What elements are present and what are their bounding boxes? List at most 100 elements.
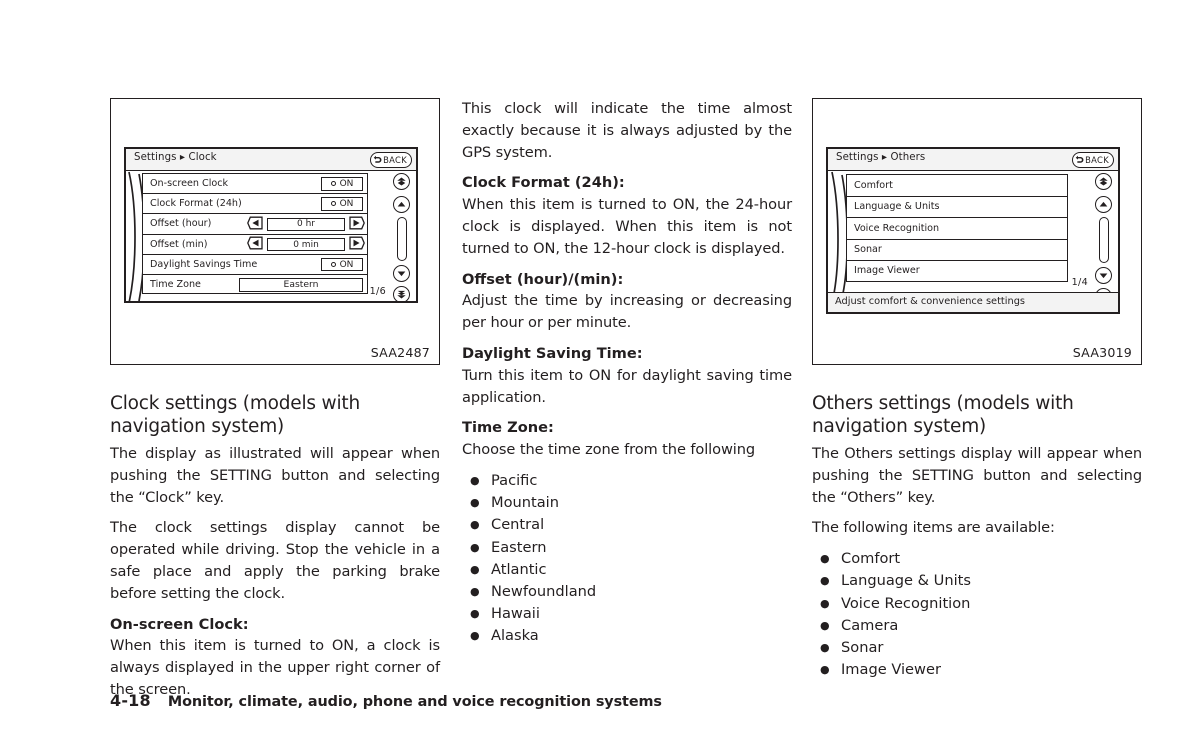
list-item[interactable]: Language & Units: [846, 195, 1068, 217]
others-items-list: ● Comfort ● Language & Units ● Voice Recogn…: [812, 548, 1142, 681]
row-label: Comfort: [854, 179, 893, 191]
page-footer: 4-18 Monitor, climate, audio, phone and …: [110, 691, 662, 710]
stepper-offset-min: 0 min: [247, 235, 365, 254]
row-label: On-screen Clock: [150, 178, 229, 190]
list-item: ● Alaska: [462, 625, 792, 647]
time-zone-value-field[interactable]: Eastern: [239, 277, 363, 292]
list-item: ● Language & Units: [812, 570, 1142, 592]
scroll-up-button[interactable]: [393, 196, 410, 213]
row-label: Sonar: [854, 244, 882, 256]
middle-column: This clock will indicate the time almost…: [462, 98, 792, 648]
figure-code: SAA3019: [1072, 345, 1132, 360]
figure-clock-settings: Settings ▸ Clock BACK On-screen Clock ON…: [110, 98, 440, 365]
on-toggle-daylight-savings[interactable]: ON: [321, 257, 363, 272]
settings-row-list: On-screen Clock ON Clock Format (24h) ON: [142, 173, 368, 295]
list-item-label: Newfoundland: [491, 582, 597, 600]
table-row[interactable]: Time Zone Eastern: [142, 273, 368, 295]
list-item[interactable]: Comfort: [846, 174, 1068, 196]
list-item: ● Pacific: [462, 470, 792, 492]
status-bar: Adjust comfort & convenience settings: [828, 292, 1118, 312]
list-item-label: Central: [491, 516, 545, 534]
offset-hour-value: 0 hr: [267, 217, 345, 232]
list-item-label: Hawaii: [491, 605, 540, 623]
table-row[interactable]: Offset (hour) 0 hr: [142, 213, 368, 234]
scroll-down-button[interactable]: [393, 265, 410, 282]
decrement-left-arrow-icon[interactable]: [247, 235, 263, 254]
row-label: Time Zone: [150, 278, 201, 290]
row-label: Daylight Savings Time: [150, 258, 258, 270]
list-item-label: Eastern: [491, 538, 547, 556]
row-label: Offset (hour): [150, 218, 212, 230]
table-row[interactable]: On-screen Clock ON: [142, 173, 368, 194]
scrollbar-thumb[interactable]: [1098, 217, 1109, 263]
list-item: ● Image Viewer: [812, 659, 1142, 681]
table-row[interactable]: Clock Format (24h) ON: [142, 193, 368, 214]
back-button[interactable]: BACK: [370, 151, 412, 168]
scrollbar-thumb[interactable]: [396, 217, 407, 261]
others-row-list: Comfort Language & Units Voice Recogniti…: [846, 174, 1068, 282]
back-button-label: BACK: [383, 154, 407, 165]
bullet-icon: ●: [470, 518, 480, 532]
list-item: ● Eastern: [462, 537, 792, 559]
toggle-value: ON: [339, 198, 354, 209]
time-zone-list: ● Pacific ● Mountain ● Central ● Eastern ● At…: [462, 470, 792, 648]
increment-right-arrow-icon[interactable]: [349, 235, 365, 254]
others-settings-screen: Settings ▸ Others BACK Comfort Language …: [826, 147, 1120, 314]
scroll-up-button[interactable]: [1095, 196, 1112, 213]
increment-right-arrow-icon[interactable]: [349, 215, 365, 234]
scroll-down-button[interactable]: [1095, 267, 1112, 284]
list-item-label: Language & Units: [841, 572, 971, 590]
mid-subhead-clock-format: Clock Format (24h):: [462, 174, 625, 192]
on-toggle-clock-format[interactable]: ON: [321, 197, 363, 211]
row-label: Clock Format (24h): [150, 198, 242, 210]
radio-dot-icon: [330, 262, 336, 267]
left-subhead-on-screen-clock: On-screen Clock:: [110, 615, 249, 633]
list-item: ● Comfort: [812, 548, 1142, 570]
list-item: ● Newfoundland: [462, 581, 792, 603]
decrement-left-arrow-icon[interactable]: [247, 215, 263, 234]
mid-paragraph-5: Choose the time zone from the following: [462, 441, 756, 459]
scroll-top-button[interactable]: [393, 173, 410, 190]
row-label: Offset (min): [150, 238, 208, 250]
bullet-icon: ●: [470, 473, 480, 487]
double-chevron-down-icon: [396, 285, 407, 301]
bullet-icon: ●: [820, 574, 830, 588]
status-text: Adjust comfort & convenience settings: [835, 296, 1026, 307]
left-paragraph-2: The clock settings display cannot be ope…: [110, 519, 440, 602]
mid-subhead-offset: Offset (hour)/(min):: [462, 270, 624, 288]
list-item-label: Mountain: [491, 494, 559, 512]
time-zone-value: Eastern: [283, 279, 319, 291]
bullet-icon: ●: [820, 596, 830, 610]
list-item[interactable]: Image Viewer: [846, 260, 1068, 282]
list-item[interactable]: Sonar: [846, 238, 1068, 260]
left-paragraph-1: The display as illustrated will appear w…: [110, 445, 440, 506]
scroll-controls: [393, 173, 413, 301]
folio-page-number: 4-18: [110, 691, 151, 710]
scroll-top-button[interactable]: [1095, 173, 1112, 190]
double-chevron-up-icon: [1098, 172, 1109, 191]
list-item: ● Camera: [812, 615, 1142, 637]
list-item: ● Sonar: [812, 637, 1142, 659]
bullet-icon: ●: [470, 496, 480, 510]
right-paragraph-2: The following items are available:: [812, 519, 1055, 537]
figure-others-settings: Settings ▸ Others BACK Comfort Language …: [812, 98, 1142, 365]
list-item: ● Central: [462, 514, 792, 536]
bullet-icon: ●: [470, 562, 480, 576]
row-label: Voice Recognition: [854, 222, 940, 234]
table-row[interactable]: Daylight Savings Time ON: [142, 253, 368, 274]
list-item[interactable]: Voice Recognition: [846, 217, 1068, 239]
breadcrumb: Settings ▸ Clock: [134, 152, 217, 163]
clock-settings-screen: Settings ▸ Clock BACK On-screen Clock ON…: [124, 147, 418, 303]
on-toggle-on-screen-clock[interactable]: ON: [321, 177, 363, 191]
bullet-icon: ●: [820, 618, 830, 632]
back-button[interactable]: BACK: [1072, 151, 1114, 168]
breadcrumb: Settings ▸ Others: [836, 152, 926, 163]
bullet-icon: ●: [820, 552, 830, 566]
list-item-label: Image Viewer: [841, 661, 941, 679]
list-item: ● Voice Recognition: [812, 593, 1142, 615]
mid-subhead-daylight-saving: Daylight Saving Time:: [462, 344, 643, 362]
scroll-bottom-button[interactable]: [393, 285, 410, 301]
list-item-label: Atlantic: [491, 560, 547, 578]
list-item: ● Mountain: [462, 492, 792, 514]
table-row[interactable]: Offset (min) 0 min: [142, 233, 368, 254]
